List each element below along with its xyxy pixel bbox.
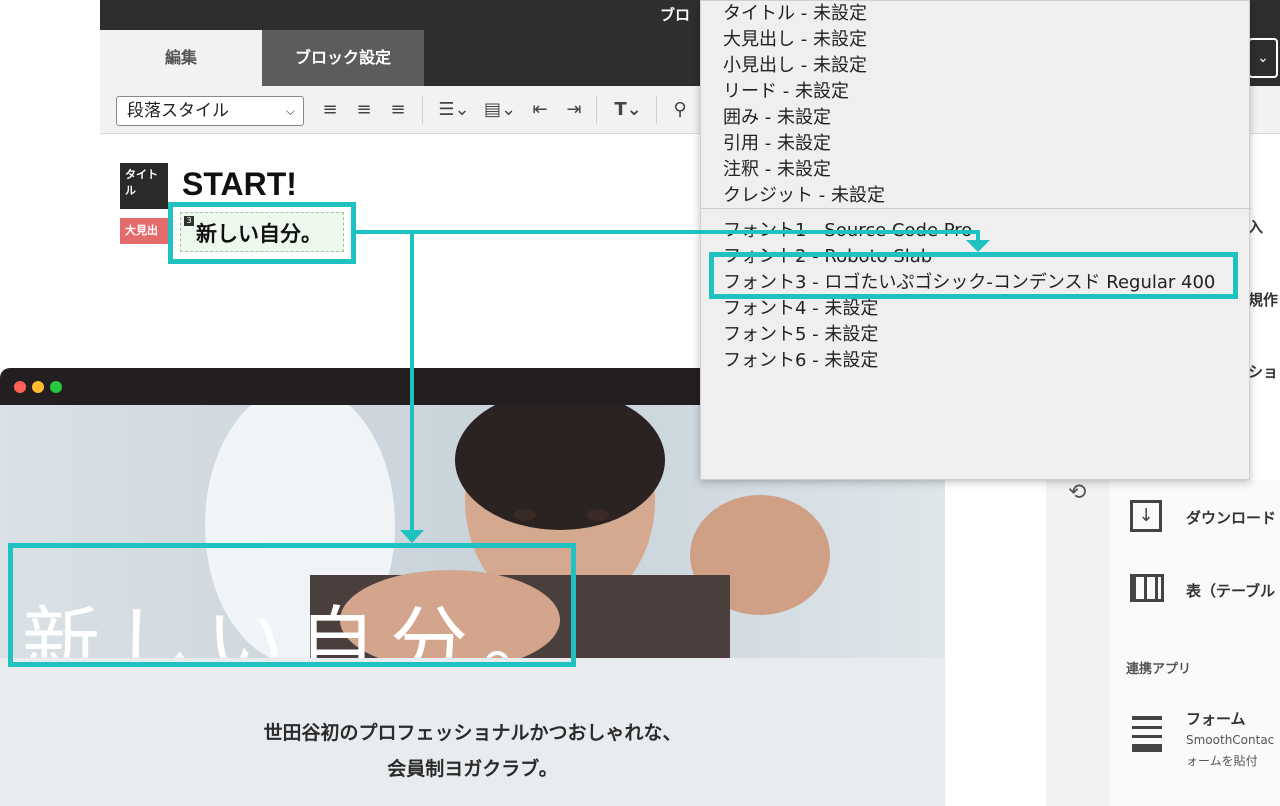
download-icon[interactable]: ↓ xyxy=(1130,500,1162,532)
connector-horizontal xyxy=(356,230,978,234)
link-icon[interactable]: ⚲ xyxy=(668,98,692,122)
editor-title: ブロ xyxy=(660,6,691,24)
block-format-icon[interactable]: ▤⌄ xyxy=(480,98,520,122)
paragraph-style-select[interactable]: 段落スタイル ⌵ xyxy=(116,96,304,126)
text-style-icon[interactable]: T⌄ xyxy=(608,98,648,122)
dropdown-item-font5[interactable]: フォント5 - 未設定 xyxy=(723,320,878,346)
insert-panel: ↓ ダウンロード 表（テーブル 連携アプリ フォーム SmoothContac … xyxy=(1110,480,1280,806)
form-item-sub2: ォームを貼付 xyxy=(1186,754,1258,768)
align-right-icon[interactable]: ≡ xyxy=(386,98,410,122)
dropdown-item-credit[interactable]: クレジット - 未設定 xyxy=(723,181,885,207)
align-center-icon[interactable]: ≡ xyxy=(352,98,376,122)
dropdown-item-note[interactable]: 注釈 - 未設定 xyxy=(723,155,831,181)
tagline-line-2: 会員制ヨガクラブ。 xyxy=(387,758,558,780)
dropdown-item-box[interactable]: 囲み - 未設定 xyxy=(723,103,831,129)
connector-down-to-preview xyxy=(410,230,414,530)
indent-icon[interactable]: ⇥ xyxy=(562,98,586,122)
close-dot-icon[interactable] xyxy=(14,381,26,393)
dropdown-item-title[interactable]: タイトル - 未設定 xyxy=(723,0,867,25)
toolbar-divider xyxy=(422,96,423,124)
panel-select-caret[interactable]: ⌄ xyxy=(1248,38,1278,78)
outdent-icon[interactable]: ⇤ xyxy=(528,98,552,122)
dropdown-item-font6[interactable]: フォント6 - 未設定 xyxy=(723,346,878,372)
editor-heading-highlight xyxy=(168,202,356,264)
panel-clipped-text-2: 規作 xyxy=(1248,291,1279,309)
table-item-label[interactable]: 表（テーブル xyxy=(1186,580,1275,601)
toolbar-divider xyxy=(596,96,597,124)
minimize-dot-icon[interactable] xyxy=(32,381,44,393)
panel-clipped-text-3: ショ xyxy=(1248,363,1279,381)
align-left-icon[interactable]: ≡ xyxy=(318,98,342,122)
tab-block-settings[interactable]: ブロック設定 xyxy=(262,30,424,86)
history-icon[interactable]: ⟲ xyxy=(1068,480,1086,505)
title-badge: タイトル xyxy=(120,163,168,209)
arrowhead-down-icon xyxy=(400,530,424,543)
arrowhead-down-icon xyxy=(966,240,990,252)
dropdown-item-large-heading[interactable]: 大見出し - 未設定 xyxy=(723,25,867,51)
panel-clipped-text-1: 入 xyxy=(1248,218,1264,236)
dropdown-item-quote[interactable]: 引用 - 未設定 xyxy=(723,129,831,155)
dropdown-item-lead[interactable]: リード - 未設定 xyxy=(723,77,849,103)
heading-badge: 大見出 xyxy=(120,218,168,244)
maximize-dot-icon[interactable] xyxy=(50,381,62,393)
font3-highlight xyxy=(709,252,1238,299)
right-panel: ⟲ ↓ ダウンロード 表（テーブル 連携アプリ フォーム SmoothConta… xyxy=(1046,480,1280,806)
download-item-label[interactable]: ダウンロード xyxy=(1186,507,1276,528)
toolbar-divider xyxy=(656,96,657,124)
preview-heading-highlight xyxy=(8,543,576,667)
dropdown-item-small-heading[interactable]: 小見出し - 未設定 xyxy=(723,51,867,77)
bullet-list-icon[interactable]: ☰⌄ xyxy=(434,98,474,122)
tagline-line-1: 世田谷初のプロフェッショナルかつおしゃれな、 xyxy=(263,722,682,744)
dropdown-item-font1[interactable]: フォント1 - Source Code Pro xyxy=(723,216,972,242)
table-icon[interactable] xyxy=(1130,574,1164,602)
form-item-sub1: SmoothContac xyxy=(1186,733,1275,747)
paragraph-style-label: 段落スタイル xyxy=(127,101,229,121)
dropdown-divider xyxy=(701,208,1251,209)
form-item-label[interactable]: フォーム xyxy=(1186,708,1246,729)
tab-edit[interactable]: 編集 xyxy=(100,30,262,86)
page-title[interactable]: START! xyxy=(182,166,297,203)
chevron-down-icon: ⌵ xyxy=(285,104,295,118)
form-icon[interactable] xyxy=(1132,716,1162,752)
linked-apps-heading: 連携アプリ xyxy=(1126,662,1192,677)
